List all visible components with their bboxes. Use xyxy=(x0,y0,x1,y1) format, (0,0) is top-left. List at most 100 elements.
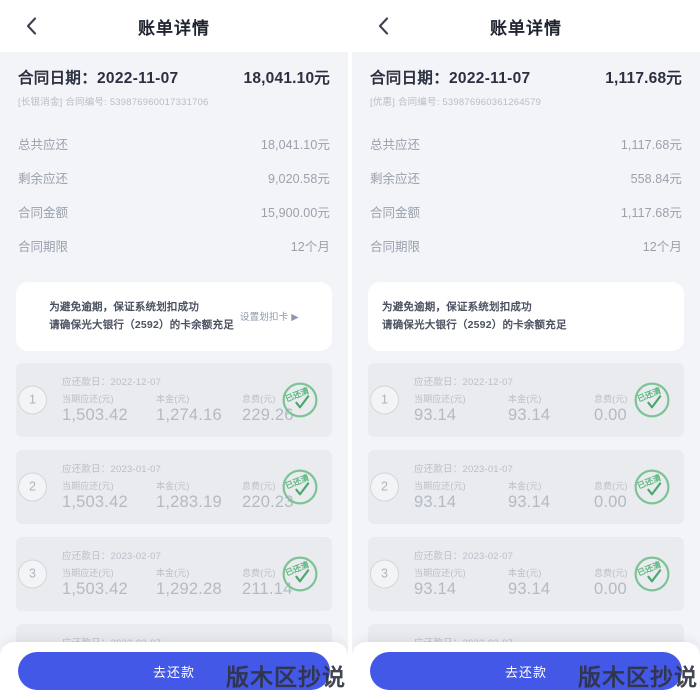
back-button[interactable] xyxy=(18,13,44,39)
summary-row-total-due: 总共应还 1,117.68元 xyxy=(370,126,682,160)
col-header-principal: 本金(元) xyxy=(156,568,190,579)
summary-row-value: 558.84元 xyxy=(630,171,682,186)
notice-line-2: 请确保光大银行（2592）的卡余额充足 xyxy=(49,319,234,332)
notice-line-1: 为避免逾期，保证系统划扣成功 xyxy=(49,301,200,313)
value-due: 1,503.42 xyxy=(62,493,128,512)
contract-date-value: 2022-11-07 xyxy=(449,70,531,87)
installment-row[interactable]: 1 应还款日：2022-12-07 当期应还(元) 本金(元) 息费(元) 93… xyxy=(368,362,684,437)
contract-date: 合同日期：2022-11-07 xyxy=(370,66,530,88)
paid-off-stamp-icon: 已还清 xyxy=(632,467,672,507)
due-date-label: 应还款日： xyxy=(62,551,111,563)
col-header-principal: 本金(元) xyxy=(508,568,542,579)
summary-row-value: 12个月 xyxy=(290,239,330,254)
installment-index: 2 xyxy=(370,472,399,502)
chevron-left-icon xyxy=(378,17,389,35)
bottom-action-bar: 去还款 版木区抄说 xyxy=(352,642,700,700)
summary-row-value: 15,900.00元 xyxy=(260,205,330,220)
summary-row-label: 合同期限 xyxy=(18,239,69,254)
contract-number-line: [优惠] 合同编号: 539876960361264579 xyxy=(370,94,682,108)
summary-row-label: 剩余应还 xyxy=(370,171,421,186)
contract-tag: [长银消金] xyxy=(18,97,63,108)
due-date-label: 应还款日： xyxy=(62,377,111,389)
due-date-label: 应还款日： xyxy=(414,377,463,389)
summary-rows: 总共应还 18,041.10元 剩余应还 9,020.58元 合同金额 15,9… xyxy=(18,126,330,262)
summary-row-remaining-due: 剩余应还 9,020.58元 xyxy=(18,160,330,194)
col-header-due: 当期应还(元) xyxy=(62,481,114,492)
col-header-principal: 本金(元) xyxy=(156,481,190,492)
installment-index: 1 xyxy=(370,385,399,415)
installment-row[interactable]: 1 应还款日：2022-12-07 当期应还(元) 本金(元) 息费(元) 1,… xyxy=(16,362,332,437)
contract-number-value: 539876960017331706 xyxy=(109,97,209,108)
col-header-due: 当期应还(元) xyxy=(62,394,114,405)
summary-row-label: 剩余应还 xyxy=(18,171,69,186)
installment-index: 1 xyxy=(18,385,47,415)
set-deduction-card-link[interactable]: 设置划扣卡 ▶ xyxy=(240,309,299,323)
notice-line-1: 为避免逾期，保证系统划扣成功 xyxy=(382,301,532,313)
back-button[interactable] xyxy=(370,13,396,39)
repay-button[interactable]: 去还款 xyxy=(370,652,682,690)
contract-date: 合同日期：2022-11-07 xyxy=(18,66,178,88)
summary-row-value: 1,117.68元 xyxy=(620,137,682,152)
summary-row-remaining-due: 剩余应还 558.84元 xyxy=(370,160,682,194)
col-header-due: 当期应还(元) xyxy=(62,568,114,579)
notice-section: 为避免逾期，保证系统划扣成功 请确保光大银行（2592）的卡余额充足 设置划扣卡… xyxy=(0,268,348,351)
installment-index: 3 xyxy=(18,559,47,589)
notice-line-2: 请确保光大银行（2592）的卡余额充足 xyxy=(382,319,567,332)
notice-section: 为避免逾期，保证系统划扣成功 请确保光大银行（2592）的卡余额充足 xyxy=(352,268,700,351)
value-principal: 93.14 xyxy=(508,580,551,599)
paid-off-stamp-icon: 已还清 xyxy=(632,380,672,420)
summary-rows: 总共应还 1,117.68元 剩余应还 558.84元 合同金额 1,117.6… xyxy=(370,126,682,262)
summary-row-label: 合同金额 xyxy=(18,205,69,220)
value-due: 93.14 xyxy=(414,406,457,425)
contract-date-value: 2022-11-07 xyxy=(97,70,179,87)
summary-row-total-due: 总共应还 18,041.10元 xyxy=(18,126,330,160)
installment-row[interactable]: 2 应还款日：2023-01-07 当期应还(元) 本金(元) 息费(元) 93… xyxy=(368,449,684,524)
value-principal: 1,283.19 xyxy=(156,493,222,512)
due-date-value: 2023-01-07 xyxy=(110,464,162,476)
paid-off-stamp-icon: 已还清 xyxy=(280,554,320,594)
due-date-label: 应还款日： xyxy=(62,464,111,476)
repay-button[interactable]: 去还款 xyxy=(18,652,330,690)
due-date-value: 2022-12-07 xyxy=(110,377,162,389)
summary-row-contract-amount: 合同金额 1,117.68元 xyxy=(370,194,682,228)
summary-row-value: 9,020.58元 xyxy=(267,171,330,186)
due-date-value: 2023-01-07 xyxy=(462,464,514,476)
value-due: 93.14 xyxy=(414,580,457,599)
phone-screen-right: 账单详情 合同日期：2022-11-07 1,117.68元 [优惠] 合同编号… xyxy=(352,0,700,700)
summary-row-label: 合同金额 xyxy=(370,205,421,220)
total-amount-value: 18,041.10元 xyxy=(243,70,330,87)
paid-off-stamp-icon: 已还清 xyxy=(280,467,320,507)
summary-header: 合同日期：2022-11-07 18,041.10元 xyxy=(18,66,330,88)
value-due: 1,503.42 xyxy=(62,580,128,599)
value-due: 93.14 xyxy=(414,493,457,512)
page-title: 账单详情 xyxy=(138,18,210,38)
navigation-bar: 账单详情 xyxy=(0,0,348,52)
value-principal: 1,292.28 xyxy=(156,580,222,599)
page-title: 账单详情 xyxy=(490,18,562,38)
installment-row[interactable]: 3 应还款日：2023-02-07 当期应还(元) 本金(元) 息费(元) 93… xyxy=(368,536,684,611)
summary-row-contract-term: 合同期限 12个月 xyxy=(370,228,682,262)
notice-text: 为避免逾期，保证系统划扣成功 请确保光大银行（2592）的卡余额充足 xyxy=(49,298,234,335)
due-date-label: 应还款日： xyxy=(414,464,463,476)
summary-row-value: 18,041.10元 xyxy=(260,137,330,152)
summary-row-label: 总共应还 xyxy=(370,137,421,152)
due-date-label: 应还款日： xyxy=(414,551,463,563)
contract-date-label: 合同日期： xyxy=(370,70,450,87)
col-header-principal: 本金(元) xyxy=(156,394,190,405)
col-header-due: 当期应还(元) xyxy=(414,568,466,579)
deduction-notice-card: 为避免逾期，保证系统划扣成功 请确保光大银行（2592）的卡余额充足 xyxy=(368,282,684,351)
total-amount-value: 1,117.68元 xyxy=(605,70,682,87)
contract-number-label: 合同编号: xyxy=(397,97,440,108)
col-header-due: 当期应还(元) xyxy=(414,394,466,405)
installment-row[interactable]: 3 应还款日：2023-02-07 当期应还(元) 本金(元) 息费(元) 1,… xyxy=(16,536,332,611)
contract-number-label: 合同编号: xyxy=(65,97,107,108)
contract-tag: [优惠] xyxy=(370,97,396,108)
value-due: 1,503.42 xyxy=(62,406,128,425)
summary-row-label: 总共应还 xyxy=(18,137,69,152)
value-principal: 1,274.16 xyxy=(156,406,222,425)
summary-card: 合同日期：2022-11-07 18,041.10元 [长银消金] 合同编号: … xyxy=(0,52,348,268)
summary-row-value: 1,117.68元 xyxy=(620,205,682,220)
installment-row[interactable]: 2 应还款日：2023-01-07 当期应还(元) 本金(元) 息费(元) 1,… xyxy=(16,449,332,524)
summary-row-contract-term: 合同期限 12个月 xyxy=(18,228,330,262)
installment-index: 3 xyxy=(370,559,399,589)
